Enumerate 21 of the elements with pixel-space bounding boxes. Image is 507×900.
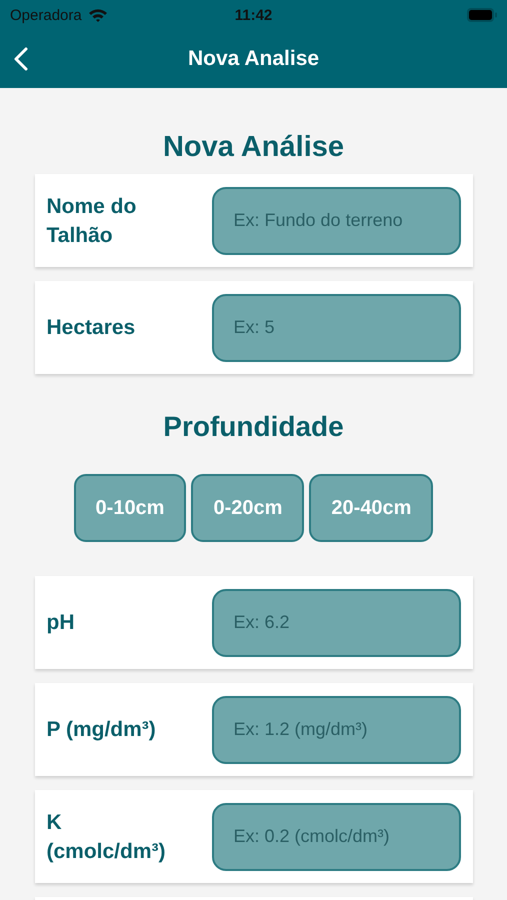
status-time: 11:42 [234,6,274,24]
depth-button[interactable]: 0-10cm [74,474,186,542]
carrier-name: Operadora [10,6,82,24]
section-heading: Profundidade [163,410,344,444]
screen-title: Nova Analise [188,47,320,71]
input-field[interactable]: Ex: Fundo do terreno [212,186,460,254]
field-label: Hectares [46,315,136,341]
depth-button[interactable]: 0-20cm [191,474,304,542]
form-heading: Nova Análise [162,130,344,164]
wifi-icon [88,8,108,22]
input-field[interactable]: Ex: 1.2 (mg/dm³) [212,696,460,764]
input-field[interactable]: Ex: 0.2 (cmolc/dm³) [212,802,460,870]
field-label: pH [46,610,76,636]
input-field[interactable]: Ex: 5 [212,294,460,362]
input-field[interactable]: Ex: 6.2 [212,588,460,656]
back-icon[interactable] [14,47,28,71]
field-label: K (cmolc/dm³) [46,810,166,864]
field-label: Nome do Talhão [46,194,138,248]
battery-icon [467,8,497,22]
depth-button[interactable]: 20-40cm [309,474,434,542]
field-label: P (mg/dm³) [46,717,157,743]
